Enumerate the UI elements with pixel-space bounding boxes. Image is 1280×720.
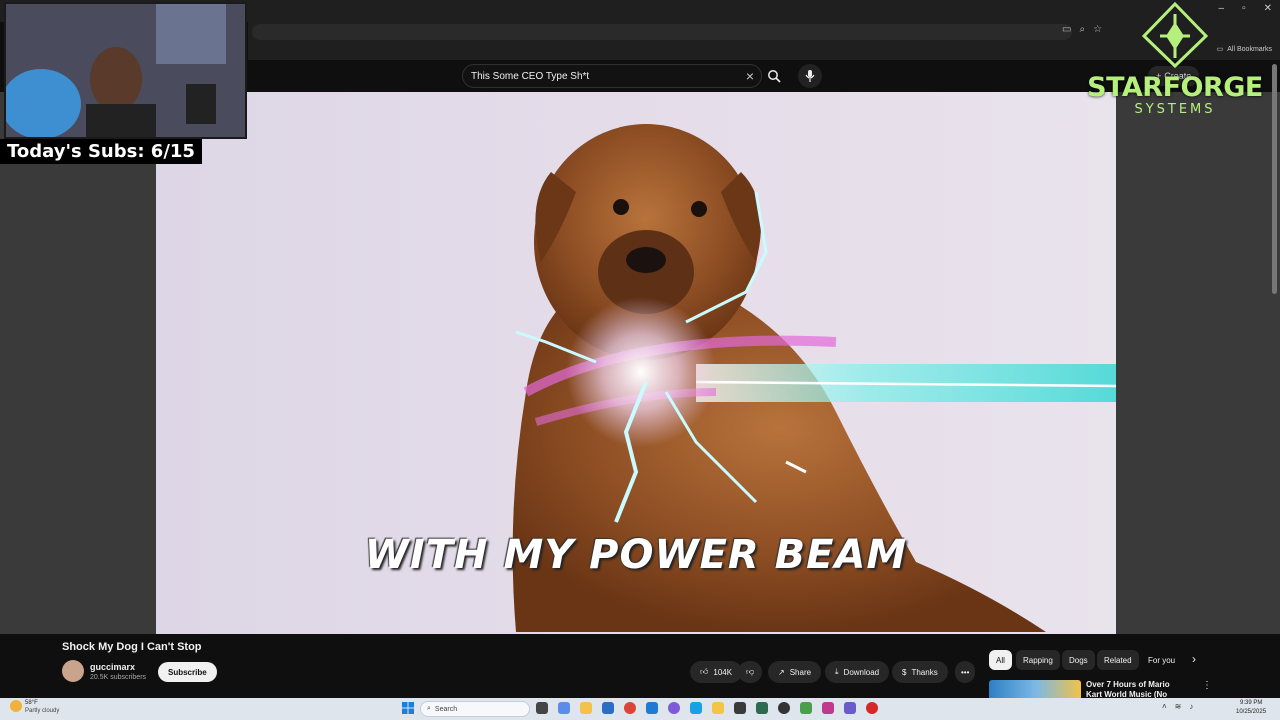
thanks-icon: $ (902, 667, 907, 677)
download-icon: ⤓ (835, 667, 839, 676)
video-title: Shock My Dog I Can't Stop (62, 641, 202, 653)
app-icon-11[interactable] (866, 702, 878, 714)
cast-icon[interactable]: ▭ (1062, 24, 1071, 35)
task-view-icon[interactable] (536, 702, 548, 714)
dog-eye-left (613, 199, 629, 215)
recommendation-title[interactable]: Over 7 Hours of Mario Kart World Music (… (1086, 680, 1186, 700)
logo-title: STARFORGE (1087, 72, 1263, 103)
copilot-icon[interactable] (558, 702, 570, 714)
app-icon-7[interactable] (778, 702, 790, 714)
chip-rapping[interactable]: Rapping (1016, 650, 1060, 670)
app-icon-9[interactable] (822, 702, 834, 714)
taskbar-time[interactable]: 9:39 PM (1240, 700, 1262, 706)
volume-icon[interactable]: ♪ (1189, 702, 1193, 711)
network-icon[interactable]: ≋ (1175, 702, 1182, 711)
clear-search-icon[interactable]: × (739, 68, 761, 84)
address-field[interactable] (252, 24, 1072, 40)
starforge-logo (1140, 2, 1210, 68)
thumbs-down-icon: 👎︎ (746, 667, 755, 676)
recommendation-thumbnail[interactable] (989, 680, 1081, 700)
close-window-button[interactable]: ✕ (1264, 3, 1272, 14)
maximize-button[interactable]: ▫ (1242, 3, 1246, 14)
subscribe-button[interactable]: Subscribe (158, 662, 217, 682)
file-explorer-icon[interactable] (580, 702, 592, 714)
app-icon-8[interactable] (800, 702, 812, 714)
app-icon-6[interactable] (756, 702, 768, 714)
search-query[interactable]: This Some CEO Type Sh*t (471, 71, 739, 82)
app-icon-4[interactable] (712, 702, 724, 714)
like-count: 104K (713, 667, 733, 677)
chip-for-you[interactable]: For you (1141, 650, 1182, 670)
like-button[interactable]: 👍︎ 104K (690, 661, 743, 683)
app-icon-1[interactable] (646, 702, 658, 714)
video-player[interactable]: WITH MY POWER BEAM (156, 92, 1116, 634)
app-icon-2[interactable] (668, 702, 680, 714)
app-icon-5[interactable] (734, 702, 746, 714)
more-actions-button[interactable]: ••• (955, 661, 976, 683)
bookmark-star-icon[interactable]: ☆ (1093, 24, 1102, 35)
address-bar-icons: ▭ ⌕ ☆ (1062, 24, 1102, 35)
video-caption: WITH MY POWER BEAM (364, 532, 908, 578)
chip-all[interactable]: All (989, 650, 1012, 670)
thanks-button[interactable]: $ Thanks (892, 661, 948, 683)
share-icon: ↗ (778, 667, 785, 677)
minimize-button[interactable]: – (1219, 3, 1225, 14)
taskbar-search[interactable]: ⌕ Search (420, 701, 530, 717)
logo-subtitle: SYSTEMS (1134, 102, 1216, 117)
dislike-button[interactable]: 👎︎ (738, 661, 763, 683)
channel-avatar[interactable] (62, 660, 84, 682)
taskbar-date[interactable]: 10/25/2025 (1236, 709, 1266, 715)
system-tray: ˄ ≋ ♪ (1162, 702, 1193, 711)
starforge-emblem-icon (1141, 2, 1209, 68)
chip-dogs[interactable]: Dogs (1062, 650, 1095, 670)
dog-nose (626, 247, 666, 273)
weather-temperature[interactable]: 58°F (25, 700, 38, 706)
chip-related[interactable]: Related (1097, 650, 1139, 670)
webcam-image (6, 4, 245, 137)
voice-search-button[interactable] (798, 64, 822, 88)
streamer-webcam (4, 2, 247, 139)
tray-chevron-icon[interactable]: ˄ (1162, 702, 1167, 711)
dog-eye-right (691, 201, 707, 217)
search-button[interactable] (762, 64, 786, 88)
windows-start-icon[interactable] (402, 702, 414, 714)
subs-counter: Today's Subs: 6/15 (7, 141, 195, 162)
search-icon (768, 70, 781, 83)
app-icon-3[interactable] (690, 702, 702, 714)
chrome-icon[interactable] (624, 702, 636, 714)
thumbs-up-icon: 👍︎ (700, 667, 709, 676)
weather-description[interactable]: Partly cloudy (25, 708, 59, 714)
microphone-icon (805, 70, 815, 82)
search-input[interactable]: This Some CEO Type Sh*t × (462, 64, 762, 88)
store-icon[interactable] (602, 702, 614, 714)
streamer-face (90, 47, 142, 111)
weather-icon[interactable] (10, 700, 22, 712)
download-button[interactable]: ⤓ Download (825, 661, 890, 683)
all-bookmarks-label: All Bookmarks (1227, 45, 1272, 53)
channel-subscriber-count: 20.5K subscribers (90, 674, 147, 681)
all-bookmarks[interactable]: ▭ All Bookmarks (1216, 45, 1272, 54)
share-button[interactable]: ↗ Share (768, 661, 822, 683)
window-controls: – ▫ ✕ (1219, 3, 1273, 14)
folder-icon: ▭ (1216, 46, 1224, 53)
channel-name[interactable]: guccimarx (90, 662, 135, 672)
app-icon-10[interactable] (844, 702, 856, 714)
taskbar-search-icon: ⌕ (427, 705, 431, 712)
windows-taskbar (0, 698, 1280, 720)
bookmarks-bar (248, 42, 1280, 60)
page-background-left (0, 92, 156, 634)
kebab-menu-icon[interactable]: ⋮ (1202, 680, 1212, 691)
zoom-icon[interactable]: ⌕ (1079, 24, 1085, 35)
page-background-right (1116, 92, 1280, 634)
chevron-right-icon[interactable]: › (1192, 652, 1196, 666)
